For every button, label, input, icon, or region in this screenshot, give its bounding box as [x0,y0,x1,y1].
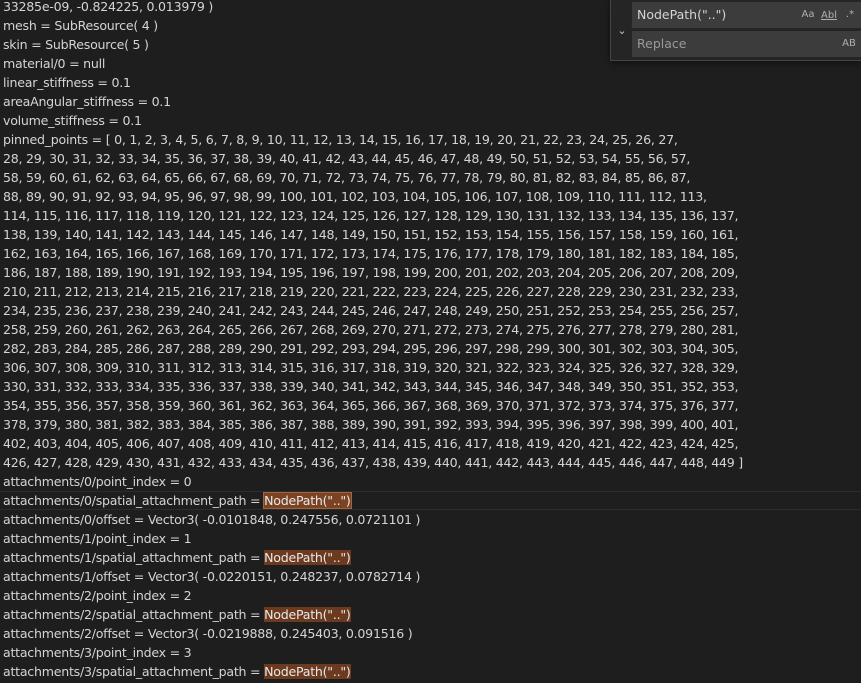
code-line: attachments/3/point_index = 3 [3,643,192,662]
code-line-text: 330, 331, 332, 333, 334, 335, 336, 337, … [3,379,739,394]
code-line-text: 258, 259, 260, 261, 262, 263, 264, 265, … [3,322,739,337]
code-line-text: attachments/1/spatial_attachment_path = [3,550,265,565]
code-line-text: attachments/3/point_index = 3 [3,645,192,660]
code-line: 282, 283, 284, 285, 286, 287, 288, 289, … [3,339,739,358]
replace-input[interactable]: Replace AB [632,31,861,57]
code-line-text: attachments/1/point_index = 1 [3,531,192,546]
code-line-text: 114, 115, 116, 117, 118, 119, 120, 121, … [3,208,739,223]
code-line: volume_stiffness = 0.1 [3,111,142,130]
code-line-text: linear_stiffness = 0.1 [3,75,131,90]
code-line: material/0 = null [3,54,105,73]
code-line-text: attachments/0/point_index = 0 [3,474,192,489]
code-line-text: attachments/0/spatial_attachment_path = [3,493,265,508]
code-line-text: pinned_points = [ 0, 1, 2, 3, 4, 5, 6, 7… [3,132,678,147]
code-line-text: 210, 211, 212, 213, 214, 215, 216, 217, … [3,284,739,299]
code-line: attachments/2/point_index = 2 [3,586,192,605]
regex-toggle[interactable]: .* [842,7,858,23]
preserve-case-toggle[interactable]: AB [840,36,858,52]
code-line: 162, 163, 164, 165, 166, 167, 168, 169, … [3,244,739,263]
search-match-highlight: NodePath("..") [264,550,351,565]
code-line-text: mesh = SubResource( 4 ) [3,18,158,33]
code-line: attachments/1/offset = Vector3( -0.02201… [3,567,420,586]
code-line-text: attachments/2/point_index = 2 [3,588,192,603]
code-line-text: 88, 89, 90, 91, 92, 93, 94, 95, 96, 97, … [3,189,707,204]
code-line: skin = SubResource( 5 ) [3,35,149,54]
text-cursor [350,493,352,507]
search-match-highlight: NodePath("..") [264,607,351,622]
code-line-text: attachments/2/spatial_attachment_path = [3,607,265,622]
code-line: 234, 235, 236, 237, 238, 239, 240, 241, … [3,301,739,320]
code-line: 88, 89, 90, 91, 92, 93, 94, 95, 96, 97, … [3,187,707,206]
code-line: 402, 403, 404, 405, 406, 407, 408, 409, … [3,434,739,453]
code-line-text: 378, 379, 380, 381, 382, 383, 384, 385, … [3,417,739,432]
code-line: 210, 211, 212, 213, 214, 215, 216, 217, … [3,282,739,301]
code-line-text: 402, 403, 404, 405, 406, 407, 408, 409, … [3,436,739,451]
code-line: 378, 379, 380, 381, 382, 383, 384, 385, … [3,415,739,434]
code-line-text: attachments/2/offset = Vector3( -0.02198… [3,626,413,641]
code-line: 138, 139, 140, 141, 142, 143, 144, 145, … [3,225,739,244]
code-line: pinned_points = [ 0, 1, 2, 3, 4, 5, 6, 7… [3,130,678,149]
code-line-text: attachments/0/offset = Vector3( -0.01018… [3,512,421,527]
code-line: 186, 187, 188, 189, 190, 191, 192, 193, … [3,263,739,282]
code-line-text: 426, 427, 428, 429, 430, 431, 432, 433, … [3,455,743,470]
code-line-text: 58, 59, 60, 61, 62, 63, 64, 65, 66, 67, … [3,170,691,185]
code-line: attachments/1/spatial_attachment_path = … [3,548,351,567]
find-replace-widget: ⌄ NodePath("..") Aa Abl .* Replace AB [610,0,861,61]
code-line-text: areaAngular_stiffness = 0.1 [3,94,171,109]
code-line: attachments/2/spatial_attachment_path = … [3,605,351,624]
replace-input-placeholder: Replace [637,36,687,51]
code-line: attachments/2/offset = Vector3( -0.02198… [3,624,413,643]
search-match-highlight: NodePath("..") [264,664,351,679]
code-line: 28, 29, 30, 31, 32, 33, 34, 35, 36, 37, … [3,149,690,168]
code-line: attachments/0/spatial_attachment_path = … [3,491,352,510]
code-editor[interactable]: 33285e-09, -0.824225, 0.013979 ) mesh = S… [0,0,861,683]
code-line: 58, 59, 60, 61, 62, 63, 64, 65, 66, 67, … [3,168,690,187]
code-line: 354, 355, 356, 357, 358, 359, 360, 361, … [3,396,739,415]
code-line: 330, 331, 332, 333, 334, 335, 336, 337, … [3,377,739,396]
find-input[interactable]: NodePath("..") Aa Abl .* [632,2,861,28]
code-line-text: 234, 235, 236, 237, 238, 239, 240, 241, … [3,303,739,318]
code-line-text: 306, 307, 308, 309, 310, 311, 312, 313, … [3,360,739,375]
code-line-text: 33285e-09, -0.824225, 0.013979 ) [3,0,214,14]
find-input-value: NodePath("..") [637,7,727,22]
match-case-toggle[interactable]: Aa [800,7,816,23]
code-line-text: skin = SubResource( 5 ) [3,37,149,52]
code-line: 258, 259, 260, 261, 262, 263, 264, 265, … [3,320,739,339]
code-line-text: volume_stiffness = 0.1 [3,113,142,128]
code-line-text: 138, 139, 140, 141, 142, 143, 144, 145, … [3,227,739,242]
code-line-text: 354, 355, 356, 357, 358, 359, 360, 361, … [3,398,739,413]
code-line: attachments/1/point_index = 1 [3,529,192,548]
code-line: attachments/0/point_index = 0 [3,472,192,491]
toggle-replace-button[interactable]: ⌄ [614,0,630,60]
code-line-text: 162, 163, 164, 165, 166, 167, 168, 169, … [3,246,739,261]
code-line-text: 28, 29, 30, 31, 32, 33, 34, 35, 36, 37, … [3,151,691,166]
code-line-text: attachments/3/spatial_attachment_path = [3,664,265,679]
code-line-text: 282, 283, 284, 285, 286, 287, 288, 289, … [3,341,739,356]
code-line-text: 186, 187, 188, 189, 190, 191, 192, 193, … [3,265,739,280]
whole-word-toggle[interactable]: Abl [820,7,838,25]
chevron-down-icon: ⌄ [617,23,627,37]
code-line: attachments/3/spatial_attachment_path = … [3,662,351,681]
code-line: 114, 115, 116, 117, 118, 119, 120, 121, … [3,206,739,225]
code-line: attachments/0/offset = Vector3( -0.01018… [3,510,420,529]
search-match-highlight: NodePath("..") [263,492,352,509]
code-line: linear_stiffness = 0.1 [3,73,131,92]
code-line-text: material/0 = null [3,56,106,71]
code-line: 33285e-09, -0.824225, 0.013979 ) [3,0,213,16]
code-line: mesh = SubResource( 4 ) [3,16,158,35]
code-line: areaAngular_stiffness = 0.1 [3,92,171,111]
code-line: 306, 307, 308, 309, 310, 311, 312, 313, … [3,358,739,377]
code-line-text: attachments/1/offset = Vector3( -0.02201… [3,569,421,584]
code-line: 426, 427, 428, 429, 430, 431, 432, 433, … [3,453,743,472]
